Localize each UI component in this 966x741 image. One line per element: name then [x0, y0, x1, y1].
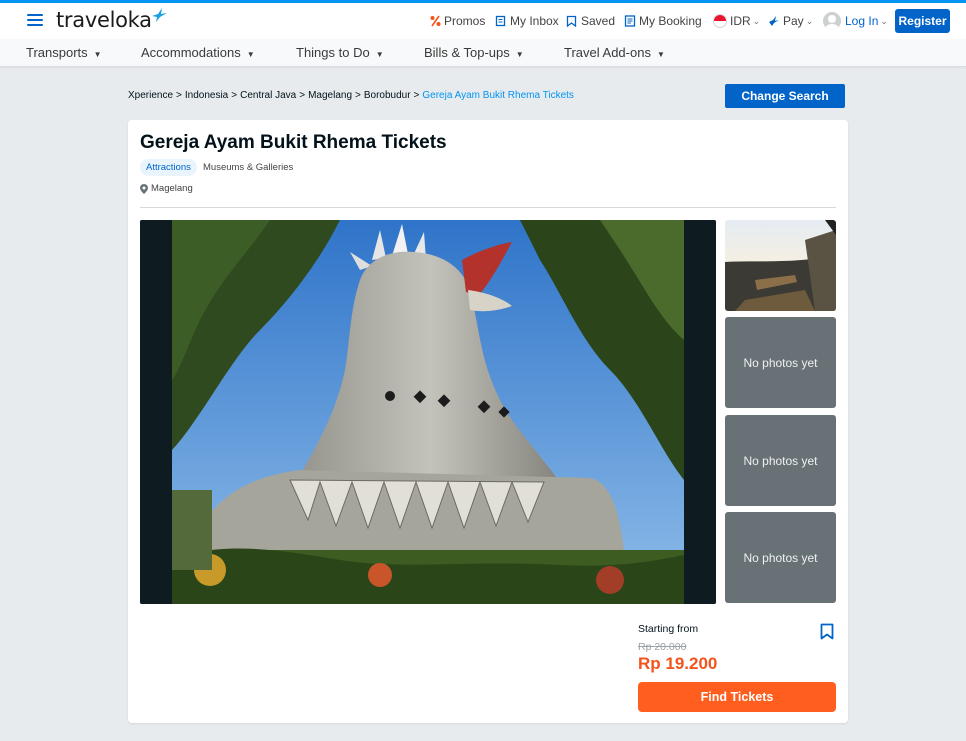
category-tag-attractions[interactable]: Attractions: [140, 159, 197, 176]
chicken-church-photo: [140, 220, 716, 604]
menu-icon[interactable]: [27, 14, 43, 27]
thumbnail-placeholder[interactable]: No photos yet: [725, 415, 836, 506]
chevron-down-icon: ⌄: [752, 15, 761, 26]
subnav-label: Transports: [26, 45, 88, 60]
indonesia-flag-icon: [713, 14, 727, 28]
change-search-button[interactable]: Change Search: [725, 84, 845, 108]
location: Magelang: [140, 183, 193, 194]
register-button[interactable]: Register: [895, 9, 950, 33]
location-label: Magelang: [151, 183, 193, 194]
thumbnail-placeholder[interactable]: No photos yet: [725, 512, 836, 603]
login-link[interactable]: Log In ⌄: [823, 10, 888, 32]
header: traveloka Promos My Inbox Saved My Booki…: [0, 3, 966, 39]
bookmark-book-icon: [566, 15, 577, 27]
my-booking-link[interactable]: My Booking: [624, 10, 702, 32]
page-title: Gereja Ayam Bukit Rhema Tickets: [140, 132, 447, 153]
terrace-view-photo: [725, 220, 836, 311]
divider: [140, 207, 836, 208]
currency-label: IDR: [730, 14, 751, 28]
inbox-icon: [495, 15, 506, 27]
caret-down-icon: ▼: [515, 50, 524, 59]
location-pin-icon: [140, 183, 148, 194]
logo-text: traveloka: [56, 8, 152, 32]
subnav-label: Travel Add-ons: [564, 45, 651, 60]
breadcrumb-item[interactable]: Magelang: [308, 90, 352, 101]
logo-bird-icon: [151, 8, 167, 22]
avatar-icon: [823, 12, 841, 30]
caret-down-icon: ▼: [246, 50, 255, 59]
attraction-card: Gereja Ayam Bukit Rhema Tickets Attracti…: [128, 120, 848, 723]
subnav-label: Things to Do: [296, 45, 370, 60]
sub-navigation: Transports ▼ Accommodations ▼ Things to Do…: [0, 39, 966, 67]
find-tickets-button[interactable]: Find Tickets: [638, 682, 836, 712]
saved-link[interactable]: Saved: [566, 10, 615, 32]
subnav-label: Bills & Top-ups: [424, 45, 510, 60]
subnav-bills-topups[interactable]: Bills & Top-ups ▼: [424, 45, 524, 60]
subnav-transports[interactable]: Transports ▼: [26, 45, 102, 60]
main-photo[interactable]: [140, 220, 716, 604]
caret-down-icon: ▼: [656, 50, 665, 59]
pay-menu[interactable]: Pay ⌄: [768, 10, 813, 32]
subnav-accommodations[interactable]: Accommodations ▼: [141, 45, 255, 60]
promos-label: Promos: [444, 14, 486, 28]
subnav-things-to-do[interactable]: Things to Do ▼: [296, 45, 384, 60]
percent-icon: [430, 15, 441, 27]
chevron-down-icon: ⌄: [805, 15, 814, 26]
bookmark-icon[interactable]: [820, 623, 834, 640]
breadcrumb: Xperience > Indonesia > Central Java > Magelan…: [128, 90, 574, 101]
pay-label: Pay: [783, 14, 804, 28]
inbox-label: My Inbox: [510, 14, 559, 28]
price: Rp 19.200: [638, 654, 718, 673]
original-price: Rp 20.000: [638, 641, 687, 653]
thumbnail-placeholder[interactable]: No photos yet: [725, 317, 836, 408]
breadcrumb-current: Gereja Ayam Bukit Rhema Tickets: [422, 90, 574, 101]
login-label: Log In: [845, 14, 879, 28]
saved-label: Saved: [581, 14, 616, 28]
breadcrumb-item[interactable]: Central Java: [240, 90, 296, 101]
logo[interactable]: traveloka: [56, 6, 168, 34]
chevron-down-icon: ⌄: [880, 15, 888, 26]
thumbnail-photo[interactable]: [725, 220, 836, 311]
subnav-label: Accommodations: [141, 45, 241, 60]
subnav-travel-addons[interactable]: Travel Add-ons ▼: [564, 45, 665, 60]
currency-selector[interactable]: IDR ⌄: [713, 10, 760, 32]
booking-icon: [624, 15, 636, 27]
my-booking-label: My Booking: [639, 14, 702, 28]
starting-from-label: Starting from: [638, 623, 699, 635]
breadcrumb-item[interactable]: Borobudur: [364, 90, 411, 101]
caret-down-icon: ▼: [93, 50, 102, 59]
pay-icon: [769, 16, 779, 26]
caret-down-icon: ▼: [375, 50, 384, 59]
breadcrumb-item[interactable]: Indonesia: [185, 90, 228, 101]
category-tag-museums[interactable]: Museums & Galleries: [203, 159, 293, 176]
breadcrumb-item[interactable]: Xperience: [128, 90, 173, 101]
inbox-link[interactable]: My Inbox: [495, 10, 559, 32]
promos-link[interactable]: Promos: [430, 10, 485, 32]
